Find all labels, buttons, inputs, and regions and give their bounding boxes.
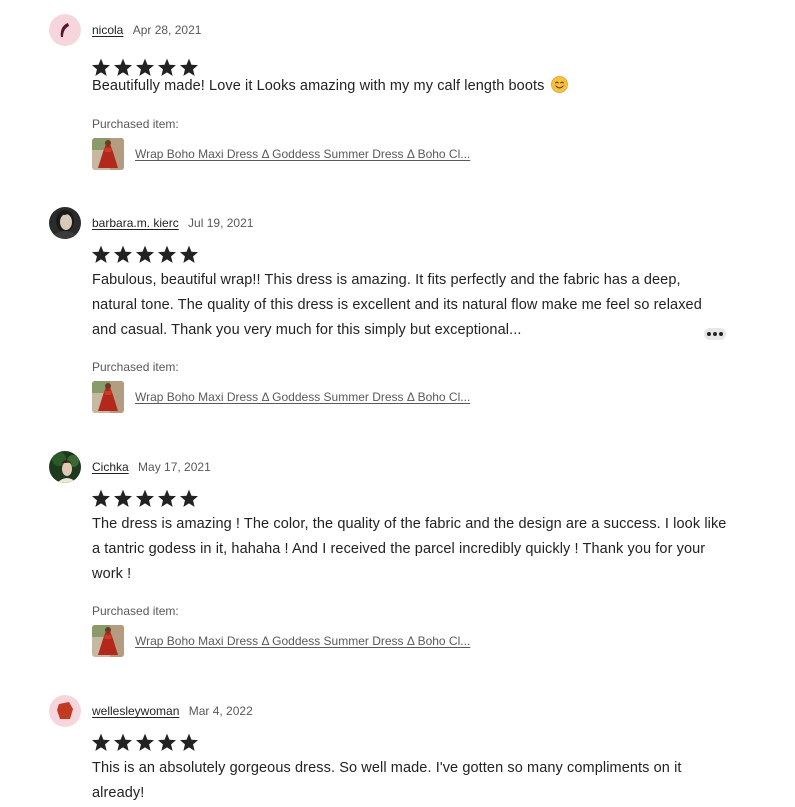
star-icon xyxy=(179,489,199,507)
review-date: May 17, 2021 xyxy=(138,460,211,474)
avatar-icon xyxy=(49,695,81,727)
review-text: Fabulous, beautiful wrap!! This dress is… xyxy=(92,272,702,338)
star-icon xyxy=(113,733,133,751)
item-title[interactable]: Wrap Boho Maxi Dress Δ Goddess Summer Dr… xyxy=(135,390,475,404)
purchased-item-label: Purchased item: xyxy=(92,360,179,374)
purchased-item-link[interactable]: Wrap Boho Maxi Dress Δ Goddess Summer Dr… xyxy=(92,138,475,170)
review-text: This is an absolutely gorgeous dress. So… xyxy=(92,760,682,801)
item-thumbnail[interactable] xyxy=(92,138,124,170)
review-meta: nicola Apr 28, 2021 xyxy=(92,23,201,37)
item-thumbnail[interactable] xyxy=(92,625,124,657)
dress-thumbnail-icon xyxy=(92,625,124,657)
review-date: Jul 19, 2021 xyxy=(188,216,254,230)
review-text: The dress is amazing ! The color, the qu… xyxy=(92,516,727,582)
smiling-face-emoji-icon xyxy=(550,76,568,93)
star-icon xyxy=(135,245,155,263)
avatar[interactable] xyxy=(49,14,81,46)
review-meta: Cichka May 17, 2021 xyxy=(92,460,211,474)
star-icon xyxy=(157,245,177,263)
item-title[interactable]: Wrap Boho Maxi Dress Δ Goddess Summer Dr… xyxy=(135,634,475,648)
avatar[interactable] xyxy=(49,207,81,239)
star-icon xyxy=(157,489,177,507)
purchased-item-label: Purchased item: xyxy=(92,117,179,131)
star-rating xyxy=(91,245,199,264)
dress-thumbnail-icon xyxy=(92,381,124,413)
review-date: Apr 28, 2021 xyxy=(132,23,202,37)
star-icon xyxy=(91,489,111,507)
star-rating xyxy=(91,489,199,508)
star-icon xyxy=(179,245,199,263)
star-icon xyxy=(91,245,111,263)
more-options-button[interactable] xyxy=(704,328,726,340)
star-icon xyxy=(135,489,155,507)
reviewer-name-link[interactable]: wellesleywoman xyxy=(92,704,179,718)
purchased-item-label: Purchased item: xyxy=(92,604,179,618)
star-icon xyxy=(179,733,199,751)
avatar-photo-icon xyxy=(49,451,81,483)
star-icon xyxy=(157,733,177,751)
review-list: nicola Apr 28, 2021 Beautifully made! Lo… xyxy=(0,0,795,807)
item-title[interactable]: Wrap Boho Maxi Dress Δ Goddess Summer Dr… xyxy=(135,147,475,161)
star-icon xyxy=(135,733,155,751)
dot-icon xyxy=(707,332,711,336)
avatar[interactable] xyxy=(49,695,81,727)
review-meta: barbara.m. kierc Jul 19, 2021 xyxy=(92,216,253,230)
star-icon xyxy=(91,733,111,751)
star-rating xyxy=(91,733,199,752)
avatar-photo-icon xyxy=(49,207,81,239)
reviewer-name-link[interactable]: nicola xyxy=(92,23,123,37)
avatar[interactable] xyxy=(49,451,81,483)
dot-icon xyxy=(713,332,717,336)
review-date: Mar 4, 2022 xyxy=(188,704,253,718)
dot-icon xyxy=(719,332,723,336)
reviewer-name-link[interactable]: Cichka xyxy=(92,460,129,474)
star-icon xyxy=(113,489,133,507)
purchased-item-link[interactable]: Wrap Boho Maxi Dress Δ Goddess Summer Dr… xyxy=(92,625,475,657)
reviewer-name-link[interactable]: barbara.m. kierc xyxy=(92,216,179,230)
review-meta: wellesleywoman Mar 4, 2022 xyxy=(92,704,253,718)
review-text-content: Beautifully made! Love it Looks amazing … xyxy=(92,78,545,94)
item-thumbnail[interactable] xyxy=(92,381,124,413)
avatar-icon xyxy=(49,14,81,46)
purchased-item-link[interactable]: Wrap Boho Maxi Dress Δ Goddess Summer Dr… xyxy=(92,381,475,413)
review-text: Beautifully made! Love it Looks amazing … xyxy=(92,74,737,99)
star-icon xyxy=(113,245,133,263)
dress-thumbnail-icon xyxy=(92,138,124,170)
